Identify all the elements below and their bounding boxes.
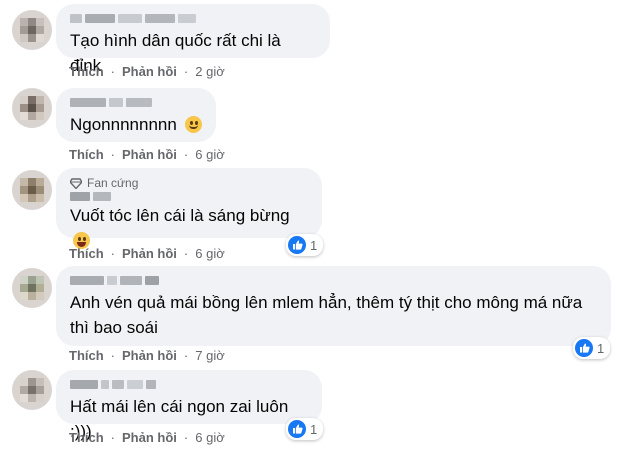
author-name-blurred[interactable] — [70, 378, 308, 390]
timestamp[interactable]: 7 giờ — [195, 348, 225, 363]
reaction-count[interactable]: 1 — [286, 234, 324, 256]
author-name-blurred[interactable] — [70, 274, 597, 286]
comment-actions: Thích · Phản hồi · 6 giờ — [69, 147, 225, 162]
reply-link[interactable]: Phản hồi — [122, 430, 177, 445]
avatar[interactable] — [12, 170, 52, 210]
avatar[interactable] — [12, 268, 52, 308]
timestamp[interactable]: 6 giờ — [195, 246, 225, 261]
reply-link[interactable]: Phản hồi — [122, 246, 177, 261]
comment-bubble: Anh vén quả mái bồng lên mlem hẳn, thêm … — [56, 266, 611, 346]
avatar[interactable] — [12, 88, 52, 128]
avatar[interactable] — [12, 10, 52, 50]
comment-bubble: Hất mái lên cái ngon zai luôn :))) — [56, 370, 322, 441]
comment-bubble: Tạo hình dân quốc rất chi là đỉnk — [56, 4, 330, 75]
comment-actions: Thích · Phản hồi · 6 giờ — [69, 246, 225, 261]
fan-badge-label: Fan cứng — [87, 176, 139, 190]
like-link[interactable]: Thích — [69, 430, 104, 445]
reaction-count[interactable]: 1 — [286, 418, 324, 440]
like-icon — [288, 420, 306, 438]
like-icon — [575, 339, 593, 357]
comment-actions: Thích · Phản hồi · 2 giờ — [69, 64, 225, 79]
comment-text-line: thì bao soái — [70, 318, 158, 337]
author-name-blurred[interactable] — [70, 96, 202, 108]
author-name-blurred[interactable] — [70, 192, 308, 201]
comment-text-line: Anh vén quả mái bồng lên mlem hẳn, thêm … — [70, 293, 583, 312]
comment-text: Anh vén quả mái bồng lên mlem hẳn, thêm … — [70, 290, 597, 340]
reply-link[interactable]: Phản hồi — [122, 348, 177, 363]
comment-bubble: Fan cứng Vuốt tóc lên cái là sáng bừng — [56, 168, 322, 249]
timestamp[interactable]: 6 giờ — [195, 430, 225, 445]
like-link[interactable]: Thích — [69, 246, 104, 261]
separator: · — [183, 348, 189, 363]
author-name-blurred[interactable] — [70, 12, 316, 24]
separator: · — [110, 348, 116, 363]
fan-badge: Fan cứng — [70, 176, 308, 190]
separator: · — [110, 246, 116, 261]
comment-bubble: Ngonnnnnnnn — [56, 88, 216, 142]
reply-link[interactable]: Phản hồi — [122, 64, 177, 79]
comment-text-content: Ngonnnnnnnn — [70, 115, 177, 134]
timestamp[interactable]: 6 giờ — [195, 147, 225, 162]
reaction-count[interactable]: 1 — [573, 337, 611, 359]
separator: · — [183, 64, 189, 79]
avatar[interactable] — [12, 370, 52, 410]
like-link[interactable]: Thích — [69, 348, 104, 363]
like-link[interactable]: Thích — [69, 147, 104, 162]
comment-actions: Thích · Phản hồi · 7 giờ — [69, 348, 225, 363]
separator: · — [183, 147, 189, 162]
like-link[interactable]: Thích — [69, 64, 104, 79]
like-icon — [288, 236, 306, 254]
comment-actions: Thích · Phản hồi · 6 giờ — [69, 430, 225, 445]
reaction-count-value: 1 — [310, 237, 318, 253]
reaction-count-value: 1 — [597, 340, 605, 356]
separator: · — [110, 430, 116, 445]
separator: · — [110, 147, 116, 162]
comment-text: Ngonnnnnnnn — [70, 112, 202, 137]
reply-link[interactable]: Phản hồi — [122, 147, 177, 162]
diamond-icon — [70, 177, 82, 189]
separator: · — [110, 64, 116, 79]
reaction-count-value: 1 — [310, 421, 318, 437]
separator: · — [183, 246, 189, 261]
smile-emoji-icon — [184, 116, 202, 133]
comment-text-content: Vuốt tóc lên cái là sáng bừng — [70, 206, 290, 225]
separator: · — [183, 430, 189, 445]
timestamp[interactable]: 2 giờ — [195, 64, 225, 79]
